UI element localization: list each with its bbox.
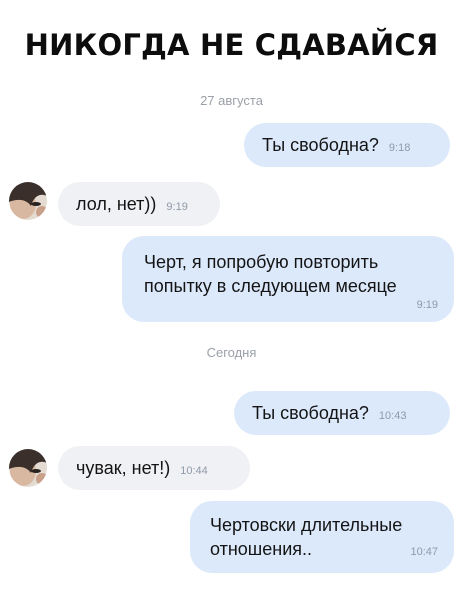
- message-time: 10:43: [378, 410, 407, 422]
- message-text: Ты свободна?: [262, 135, 379, 155]
- date-separator: Сегодня: [206, 345, 257, 360]
- message-text-line: отношения..: [210, 539, 313, 559]
- message-bubble-outgoing[interactable]: Чертовски длительные отношения.. 10:47: [190, 501, 454, 573]
- message-text: чувак, нет!): [76, 458, 171, 478]
- message-text-line: Черт, я попробую повторить: [144, 252, 379, 272]
- message-bubble-outgoing[interactable]: Ты свободна? 10:43: [234, 391, 450, 435]
- message-time: 9:18: [388, 142, 411, 154]
- user-avatar-icon: [9, 182, 47, 220]
- message-text-line: Чертовски длительные: [210, 515, 403, 535]
- user-avatar-icon: [9, 449, 47, 487]
- message-bubble-incoming[interactable]: лол, нет)) 9:19: [58, 182, 220, 226]
- message-bubble-outgoing[interactable]: Черт, я попробую повторить попытку в сле…: [122, 236, 454, 322]
- message-time: 10:47: [410, 546, 438, 558]
- avatar[interactable]: [9, 182, 47, 220]
- date-separator: 27 августа: [200, 93, 263, 108]
- avatar[interactable]: [9, 449, 47, 487]
- message-text-line: попытку в следующем месяце: [144, 276, 397, 296]
- message-bubble-incoming[interactable]: чувак, нет!) 10:44: [58, 446, 250, 490]
- meme-headline: НИКОГДА НЕ СДАВАЙСЯ: [24, 28, 439, 62]
- message-time: 10:44: [180, 465, 208, 477]
- message-bubble-outgoing[interactable]: Ты свободна? 9:18: [244, 123, 450, 167]
- message-time: 9:19: [166, 201, 188, 213]
- message-text: Ты свободна?: [252, 403, 369, 423]
- message-time: 9:19: [416, 299, 438, 311]
- message-text: лол, нет)): [76, 194, 157, 214]
